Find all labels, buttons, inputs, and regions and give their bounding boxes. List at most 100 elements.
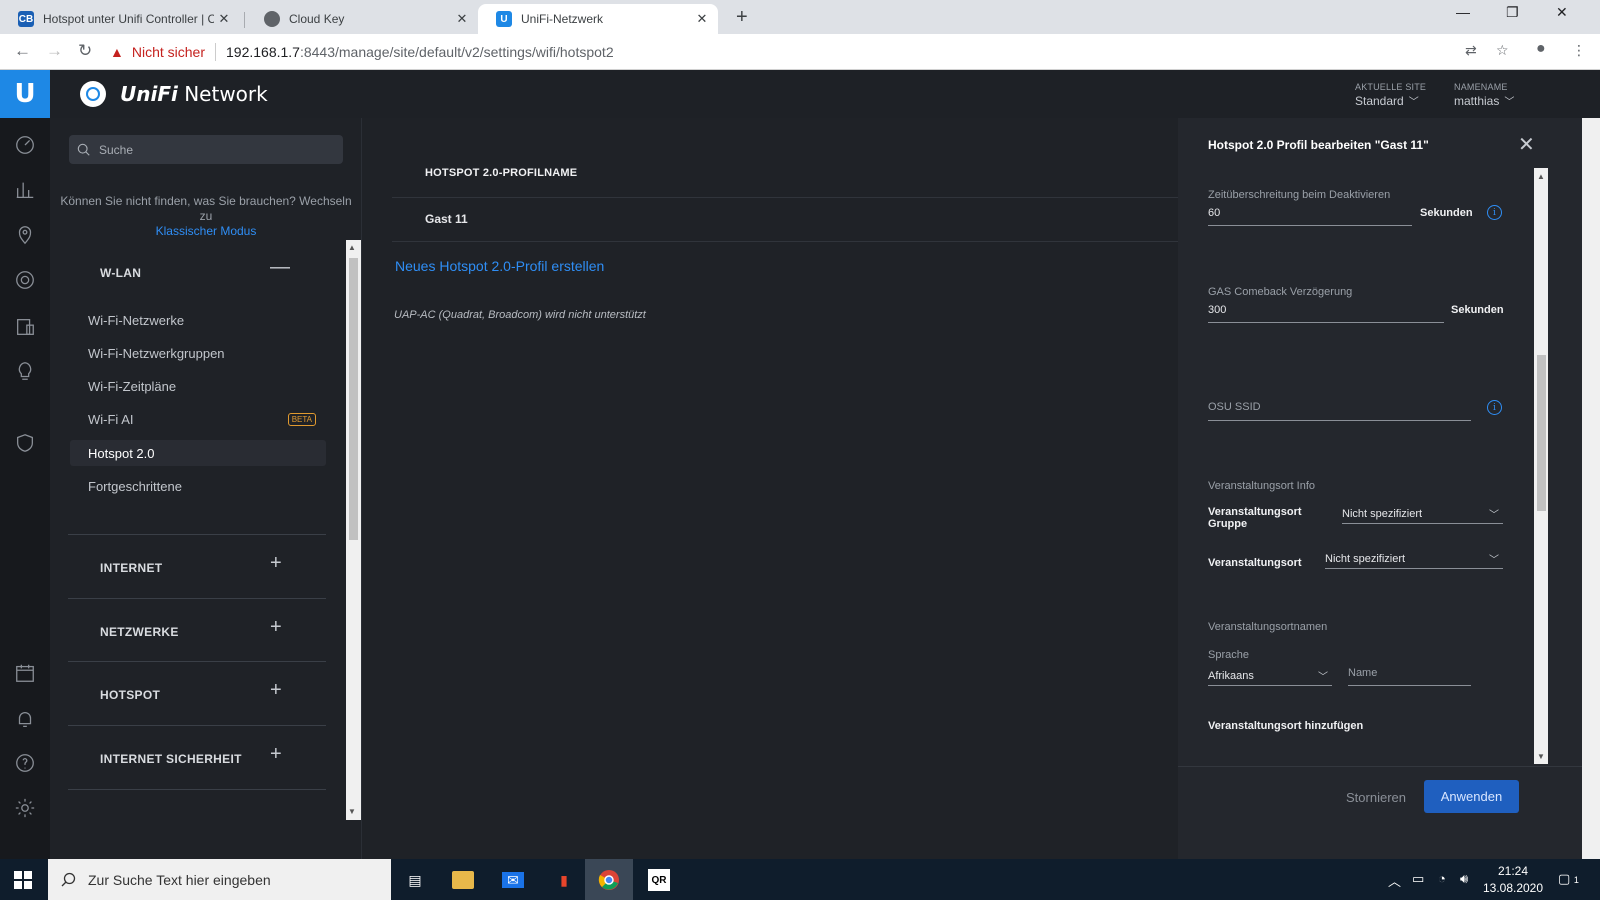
settings-gear-icon[interactable] bbox=[13, 796, 37, 820]
close-icon[interactable]: ✕ bbox=[452, 11, 472, 27]
venue-name-input[interactable]: Name bbox=[1348, 667, 1377, 679]
venue-value: Nicht spezifiziert bbox=[1325, 552, 1406, 565]
page-scrollbar[interactable] bbox=[1582, 118, 1600, 859]
add-venue-button[interactable]: Veranstaltungsort hinzufügen bbox=[1208, 720, 1363, 732]
expand-plus-icon[interactable]: + bbox=[270, 679, 282, 702]
scroll-up-icon[interactable]: ▲ bbox=[348, 243, 356, 252]
chrome-icon[interactable] bbox=[596, 867, 622, 893]
bookmark-star-icon[interactable]: ☆ bbox=[1496, 42, 1509, 59]
tab-title: Hotspot unter Unifi Controller | C bbox=[43, 12, 214, 26]
venue-group-select[interactable]: Nicht spezifiziert ﹀ bbox=[1342, 504, 1503, 524]
chevron-down-icon: ﹀ bbox=[1408, 97, 1419, 108]
brand[interactable]: UniFi Network bbox=[80, 81, 268, 107]
sidebar-item-wifi-networks[interactable]: Wi-Fi-Netzwerke bbox=[70, 307, 326, 333]
close-icon[interactable]: ✕ bbox=[1518, 132, 1535, 157]
sidebar-item-label: Wi-Fi-Netzwerkgruppen bbox=[88, 345, 225, 361]
sidebar-item-advanced[interactable]: Fortgeschrittene bbox=[70, 473, 326, 499]
timeout-input[interactable]: 60 bbox=[1208, 207, 1220, 219]
task-view-icon[interactable]: ▤ bbox=[402, 867, 428, 893]
notification-center[interactable]: ▢ 1 bbox=[1558, 871, 1579, 887]
sidebar-item-hotspot20[interactable]: Hotspot 2.0 bbox=[70, 440, 326, 466]
tray-expand-icon[interactable]: ︿ bbox=[1388, 871, 1401, 890]
beta-badge: BETA bbox=[287, 412, 316, 426]
create-profile-link[interactable]: Neues Hotspot 2.0-Profil erstellen bbox=[395, 258, 604, 274]
info-icon[interactable]: i bbox=[1487, 400, 1502, 415]
wifi-icon[interactable]: ◔ bbox=[1438, 871, 1446, 886]
windows-start-icon[interactable] bbox=[14, 871, 32, 889]
dashboard-icon[interactable] bbox=[13, 133, 37, 157]
sidebar-item-wifi-schedules[interactable]: Wi-Fi-Zeitpläne bbox=[70, 373, 326, 399]
divider bbox=[68, 789, 326, 790]
translate-icon[interactable]: ⇄ bbox=[1465, 42, 1477, 59]
scroll-down-icon[interactable]: ▼ bbox=[348, 807, 356, 816]
back-icon[interactable]: ← bbox=[14, 41, 31, 61]
office-icon[interactable]: ▮ bbox=[551, 867, 577, 893]
gas-comeback-input[interactable]: 300 bbox=[1208, 304, 1226, 316]
browser-tab-strip: CB Hotspot unter Unifi Controller | C ✕ … bbox=[0, 0, 1600, 34]
table-row-profile[interactable]: Gast 11 bbox=[425, 212, 468, 226]
mail-icon[interactable]: ✉ bbox=[502, 872, 524, 888]
tab-cloud-key[interactable]: Cloud Key ✕ bbox=[246, 4, 478, 34]
venue-select[interactable]: Nicht spezifiziert ﹀ bbox=[1325, 549, 1503, 569]
close-icon[interactable]: ✕ bbox=[214, 11, 234, 27]
volume-icon[interactable]: 🔊︎ bbox=[1460, 871, 1468, 887]
security-warning[interactable]: ▲ Nicht sicher bbox=[110, 44, 205, 60]
qr-app-icon[interactable]: QR bbox=[648, 869, 670, 891]
section-networks[interactable]: NETZWERKE bbox=[100, 625, 179, 639]
help-icon[interactable] bbox=[13, 751, 37, 775]
url-field[interactable]: ▲ Nicht sicher 192.168.1.7:8443/manage/s… bbox=[110, 40, 1490, 64]
column-header-profile-name[interactable]: HOTSPOT 2.0-PROFILNAME bbox=[425, 167, 577, 179]
reload-icon[interactable]: ↻ bbox=[78, 41, 92, 61]
apply-button[interactable]: Anwenden bbox=[1424, 780, 1519, 813]
site-selector[interactable]: AKTUELLE SITE Standard ﹀ bbox=[1355, 82, 1426, 108]
divider bbox=[68, 661, 326, 662]
sidebar-item-wifi-ai[interactable]: Wi-Fi AI BETA bbox=[70, 406, 326, 432]
sidebar-scroll-thumb[interactable] bbox=[349, 258, 358, 540]
statistics-icon[interactable] bbox=[13, 178, 37, 202]
clients-icon[interactable] bbox=[13, 315, 37, 339]
sidebar-item-label: Fortgeschrittene bbox=[88, 478, 182, 494]
scroll-up-icon[interactable]: ▲ bbox=[1537, 172, 1545, 181]
section-wlan[interactable]: W-LAN bbox=[100, 266, 141, 280]
osu-ssid-input[interactable]: OSU SSID bbox=[1208, 401, 1261, 413]
gas-unit: Sekunden bbox=[1451, 304, 1504, 316]
user-selector[interactable]: NAMENAME matthias ﹀ bbox=[1454, 82, 1514, 108]
scroll-down-icon[interactable]: ▼ bbox=[1537, 752, 1545, 761]
battery-icon[interactable]: ▭ bbox=[1412, 871, 1424, 887]
forward-icon[interactable]: → bbox=[46, 41, 63, 61]
bell-icon[interactable] bbox=[13, 707, 37, 731]
minimize-icon[interactable]: — bbox=[1456, 4, 1470, 20]
insights-icon[interactable] bbox=[13, 359, 37, 383]
collapse-icon[interactable]: — bbox=[270, 256, 290, 279]
taskbar-search-input[interactable]: Zur Suche Text hier eingeben bbox=[48, 859, 391, 900]
menu-dots-icon[interactable]: ⋮ bbox=[1572, 42, 1586, 59]
restore-icon[interactable]: ❐ bbox=[1506, 4, 1519, 21]
profile-icon[interactable]: ● bbox=[1536, 40, 1546, 58]
section-hotspot[interactable]: HOTSPOT bbox=[100, 688, 160, 702]
cancel-button[interactable]: Stornieren bbox=[1346, 790, 1406, 805]
panel-scroll-thumb[interactable] bbox=[1537, 355, 1546, 511]
expand-plus-icon[interactable]: + bbox=[270, 616, 282, 639]
new-tab-icon[interactable]: + bbox=[736, 6, 748, 29]
devices-icon[interactable] bbox=[13, 268, 37, 292]
search-input[interactable]: Suche bbox=[69, 135, 343, 164]
map-icon[interactable] bbox=[13, 223, 37, 247]
expand-plus-icon[interactable]: + bbox=[270, 552, 282, 575]
classic-mode-link[interactable]: Klassischer Modus bbox=[156, 224, 257, 238]
expand-plus-icon[interactable]: + bbox=[270, 743, 282, 766]
language-select[interactable]: Afrikaans ﹀ bbox=[1208, 666, 1332, 686]
shield-icon[interactable] bbox=[13, 431, 37, 455]
window-close-icon[interactable]: ✕ bbox=[1556, 4, 1568, 21]
calendar-icon[interactable] bbox=[13, 661, 37, 685]
close-icon[interactable]: ✕ bbox=[692, 11, 712, 27]
taskbar-clock[interactable]: 21:24 13.08.2020 bbox=[1478, 863, 1548, 897]
unifi-logo-icon[interactable]: U bbox=[0, 70, 50, 118]
info-icon[interactable]: i bbox=[1487, 205, 1502, 220]
file-explorer-icon[interactable] bbox=[452, 871, 474, 889]
tab-hotspot-unifi[interactable]: CB Hotspot unter Unifi Controller | C ✕ bbox=[0, 4, 240, 34]
section-internet-security[interactable]: INTERNET SICHERHEIT bbox=[100, 752, 242, 766]
tab-unifi-network[interactable]: U UniFi-Netzwerk ✕ bbox=[478, 4, 718, 34]
section-internet[interactable]: INTERNET bbox=[100, 561, 162, 575]
sidebar-item-wifi-groups[interactable]: Wi-Fi-Netzwerkgruppen bbox=[70, 340, 326, 366]
search-icon bbox=[77, 143, 90, 156]
